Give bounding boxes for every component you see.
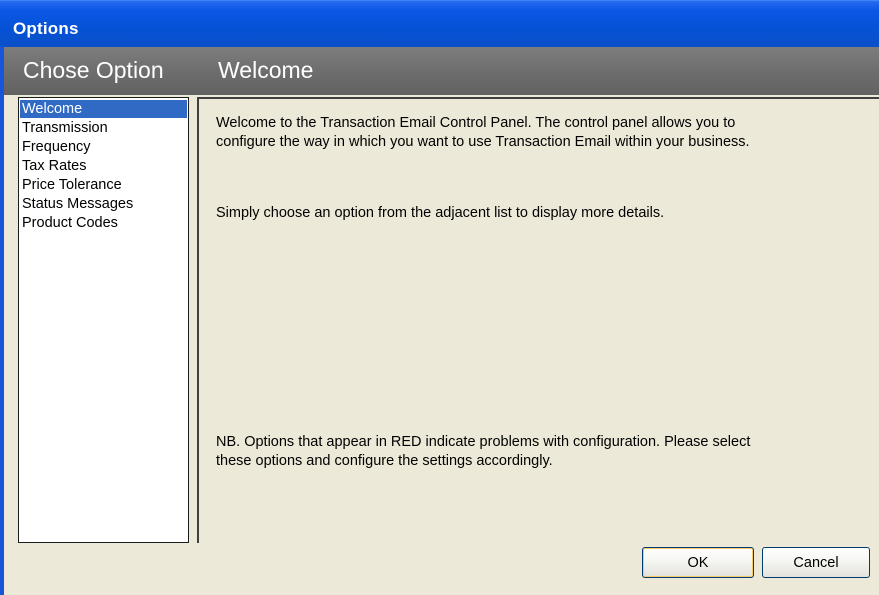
ok-button[interactable]: OK [642,547,754,578]
note-text-line2: these options and configure the settings… [216,453,553,469]
options-item-welcome[interactable]: Welcome [20,100,187,118]
options-item-price-tolerance[interactable]: Price Tolerance [20,176,187,194]
header-current-option-label: Welcome [218,57,314,83]
option-details-panel: Welcome to the Transaction Email Control… [197,97,879,543]
window-title: Options [13,19,79,38]
options-listbox[interactable]: Welcome Transmission Frequency Tax Rates… [18,97,189,543]
options-item-product-codes[interactable]: Product Codes [20,214,187,232]
window-titlebar[interactable]: Options [0,0,879,47]
header-choose-option-label: Chose Option [23,57,164,83]
options-item-transmission[interactable]: Transmission [20,119,187,137]
intro-text-line2: configure the way in which you want to u… [216,134,750,150]
instruction-text: Simply choose an option from the adjacen… [216,205,665,221]
header-band: Chose Option Welcome [4,47,879,95]
cancel-button[interactable]: Cancel [762,547,870,578]
options-item-status-messages[interactable]: Status Messages [20,195,187,213]
options-item-tax-rates[interactable]: Tax Rates [20,157,187,175]
note-text-line1: NB. Options that appear in RED indicate … [216,434,751,450]
options-item-frequency[interactable]: Frequency [20,138,187,156]
intro-text-line1: Welcome to the Transaction Email Control… [216,115,736,131]
